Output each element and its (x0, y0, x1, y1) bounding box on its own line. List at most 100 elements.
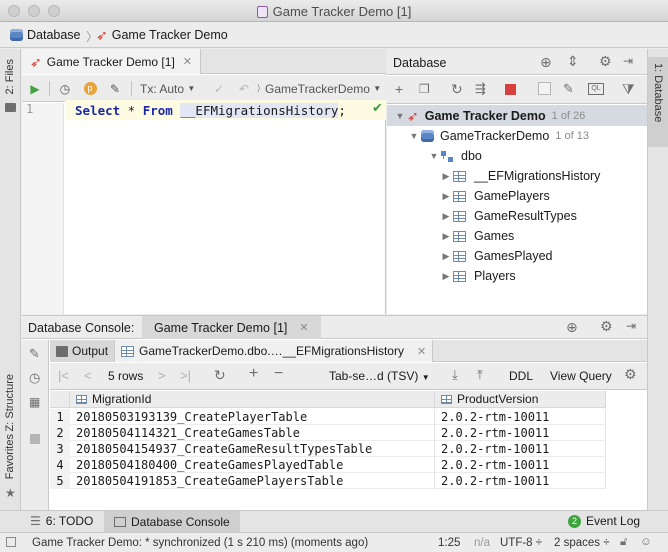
encoding-selector[interactable]: UTF-8 ÷ (500, 537, 542, 549)
right-tool-strip: 1: Database (647, 49, 668, 510)
structure-tool-tab[interactable]: Z: Structure (4, 374, 16, 431)
syntax-ok-check-icon: ✔ (372, 100, 383, 115)
tree-table[interactable]: ▶ Games (439, 226, 515, 246)
console-header: Database Console: Game Tracker Demo [1] … (22, 316, 647, 339)
run-icon[interactable]: ▶ (28, 80, 42, 97)
inspector-icon[interactable]: ☺ (640, 536, 652, 548)
lock-icon[interactable]: 🔓︎ (620, 536, 627, 549)
table-row[interactable]: 3 20180504154937_CreateGameResultTypesTa… (50, 441, 606, 457)
title-bar: Game Tracker Demo [1] (0, 0, 668, 22)
settings-gear-icon[interactable]: ⚙ (599, 53, 612, 70)
target-icon[interactable]: ⊕ (540, 54, 552, 71)
table-row[interactable]: 5 20180504191853_CreateGamePlayersTable … (50, 473, 606, 489)
favorites-tool-tab[interactable]: Favorites (4, 434, 16, 479)
prev-page-icon[interactable]: < (84, 368, 92, 383)
tree-database[interactable]: ▼ GameTrackerDemo 1 of 13 (407, 126, 589, 146)
project-file-icon (256, 6, 268, 18)
collapse-all-icon[interactable]: ⇕ (567, 53, 579, 70)
history-icon[interactable]: ◷ (29, 370, 40, 386)
caret-position[interactable]: 1:25 (438, 537, 460, 549)
editor-tab-game-tracker[interactable]: ➶ Game Tracker Demo [1] ✕ (22, 49, 201, 74)
schema-selector[interactable]: GameTrackerDemo ▼ (265, 80, 381, 97)
add-icon[interactable]: + (395, 81, 403, 97)
sql-code-line[interactable]: Select * From __EFMigrationsHistory; (75, 103, 346, 118)
tree-table[interactable]: ▶ GamesPlayed (439, 246, 553, 266)
table-editor-icon[interactable] (538, 82, 551, 95)
table-row[interactable]: 1 20180503193139_CreatePlayerTable 2.0.2… (50, 409, 606, 425)
output-tab[interactable]: Output (50, 340, 115, 362)
console-session-tab[interactable]: Game Tracker Demo [1] ✕ (142, 316, 321, 339)
history-icon[interactable]: ◷ (58, 80, 72, 97)
todo-tool-tab[interactable]: ☰ 6: TODO (30, 514, 93, 528)
table-row[interactable]: 4 20180504180400_CreateGamesPlayedTable … (50, 457, 606, 473)
view-query-button[interactable]: View Query (550, 369, 612, 383)
layout-icon[interactable]: ▦ (29, 395, 40, 409)
column-header-productversion[interactable]: ProductVersion (435, 391, 606, 408)
left-tool-strip: 2: Files Z: Structure Favorites ★ (0, 49, 21, 510)
editor-tab-bar: ➶ Game Tracker Demo [1] ✕ (22, 49, 386, 74)
first-page-icon[interactable]: |< (58, 368, 69, 383)
status-message: Game Tracker Demo: * synchronized (1 s 2… (32, 537, 369, 549)
rollback-icon[interactable]: ↶ (237, 80, 251, 97)
column-header-migrationid[interactable]: MigrationId (70, 391, 435, 408)
hide-panel-icon[interactable]: ⇥ (626, 319, 636, 333)
wrench-icon[interactable]: ✎ (29, 346, 40, 362)
edit-pencil-icon[interactable]: ✎ (563, 81, 574, 97)
table-icon (453, 210, 466, 222)
hide-panel-icon[interactable]: ⇥ (623, 54, 633, 68)
schema-arrow-icon: ⟩ (257, 83, 261, 93)
tree-schema[interactable]: ▼ dbo (427, 146, 482, 166)
favorites-star-icon: ★ (5, 486, 16, 500)
wrench-icon[interactable]: ✎ (108, 80, 122, 97)
download-icon[interactable]: ⤓ (452, 367, 458, 383)
close-tab-icon[interactable]: ✕ (417, 345, 426, 358)
editor-gutter (22, 103, 64, 314)
ddl-button[interactable]: DDL (509, 369, 533, 383)
filter-icon[interactable]: ⧩ (622, 81, 635, 98)
tree-table[interactable]: ▶ GameResultTypes (439, 206, 577, 226)
schema-sync-icon[interactable]: ⇶ (475, 81, 486, 97)
next-page-icon[interactable]: > (158, 368, 166, 383)
tool-windows-icon[interactable] (6, 537, 16, 547)
indent-selector[interactable]: 2 spaces ÷ (554, 537, 610, 549)
transaction-mode-select[interactable]: Tx: Auto ▼ (140, 80, 195, 97)
breadcrumb-item-datasource[interactable]: ➶ Game Tracker Demo (96, 28, 228, 42)
query-console-icon[interactable]: QL (588, 83, 604, 95)
expanded-arrow-icon: ▼ (429, 151, 439, 161)
target-icon[interactable]: ⊕ (566, 319, 578, 336)
column-icon (441, 395, 452, 404)
database-tool-tab[interactable]: 1: Database (648, 57, 668, 147)
tree-table[interactable]: ▶ GamePlayers (439, 186, 550, 206)
settings-gear-icon[interactable]: ⚙ (600, 318, 613, 335)
upload-icon[interactable]: ⤒ (477, 367, 483, 383)
parameters-icon[interactable]: p (83, 80, 97, 97)
add-row-icon[interactable]: + (249, 365, 258, 383)
database-console-tool-tab[interactable]: Database Console (104, 511, 240, 533)
delete-row-icon[interactable]: − (274, 365, 283, 383)
column-icon (76, 395, 87, 404)
tree-datasource[interactable]: ▼ ➶ Game Tracker Demo 1 of 26 (393, 106, 586, 126)
refresh-icon[interactable]: ↻ (451, 81, 463, 98)
stop-disabled-icon[interactable] (30, 434, 40, 444)
settings-gear-icon[interactable]: ⚙ (624, 366, 637, 383)
close-tab-icon[interactable]: ✕ (183, 55, 192, 68)
database-toolbar: + ❐ ↻ ⇶ ✎ QL ⧩ (387, 76, 647, 104)
close-tab-icon[interactable]: ✕ (299, 321, 308, 334)
result-tab[interactable]: GameTrackerDemo.dbo.…__EFMigrationsHisto… (114, 340, 434, 362)
export-format-select[interactable]: Tab-se…d (TSV) ▼ (329, 369, 430, 383)
table-row[interactable]: 2 20180504114321_CreateGamesTable 2.0.2-… (50, 425, 606, 441)
commit-icon[interactable]: ✓ (212, 80, 226, 97)
collapsed-arrow-icon: ▶ (442, 190, 450, 201)
refresh-icon[interactable]: ↻ (214, 367, 226, 384)
last-page-icon[interactable]: >| (180, 368, 191, 383)
event-count-badge: 2 (568, 514, 581, 528)
stop-icon[interactable] (505, 84, 516, 95)
tree-table[interactable]: ▶ Players (439, 266, 516, 286)
tree-table[interactable]: ▶ __EFMigrationsHistory (439, 166, 601, 186)
copy-icon[interactable]: ❐ (419, 82, 430, 96)
files-tool-tab[interactable]: 2: Files (4, 59, 16, 94)
table-icon (453, 170, 466, 182)
table-icon (453, 230, 466, 242)
breadcrumb-item-database[interactable]: Database (10, 28, 81, 42)
event-log-tool-tab[interactable]: 2 Event Log (568, 514, 640, 528)
